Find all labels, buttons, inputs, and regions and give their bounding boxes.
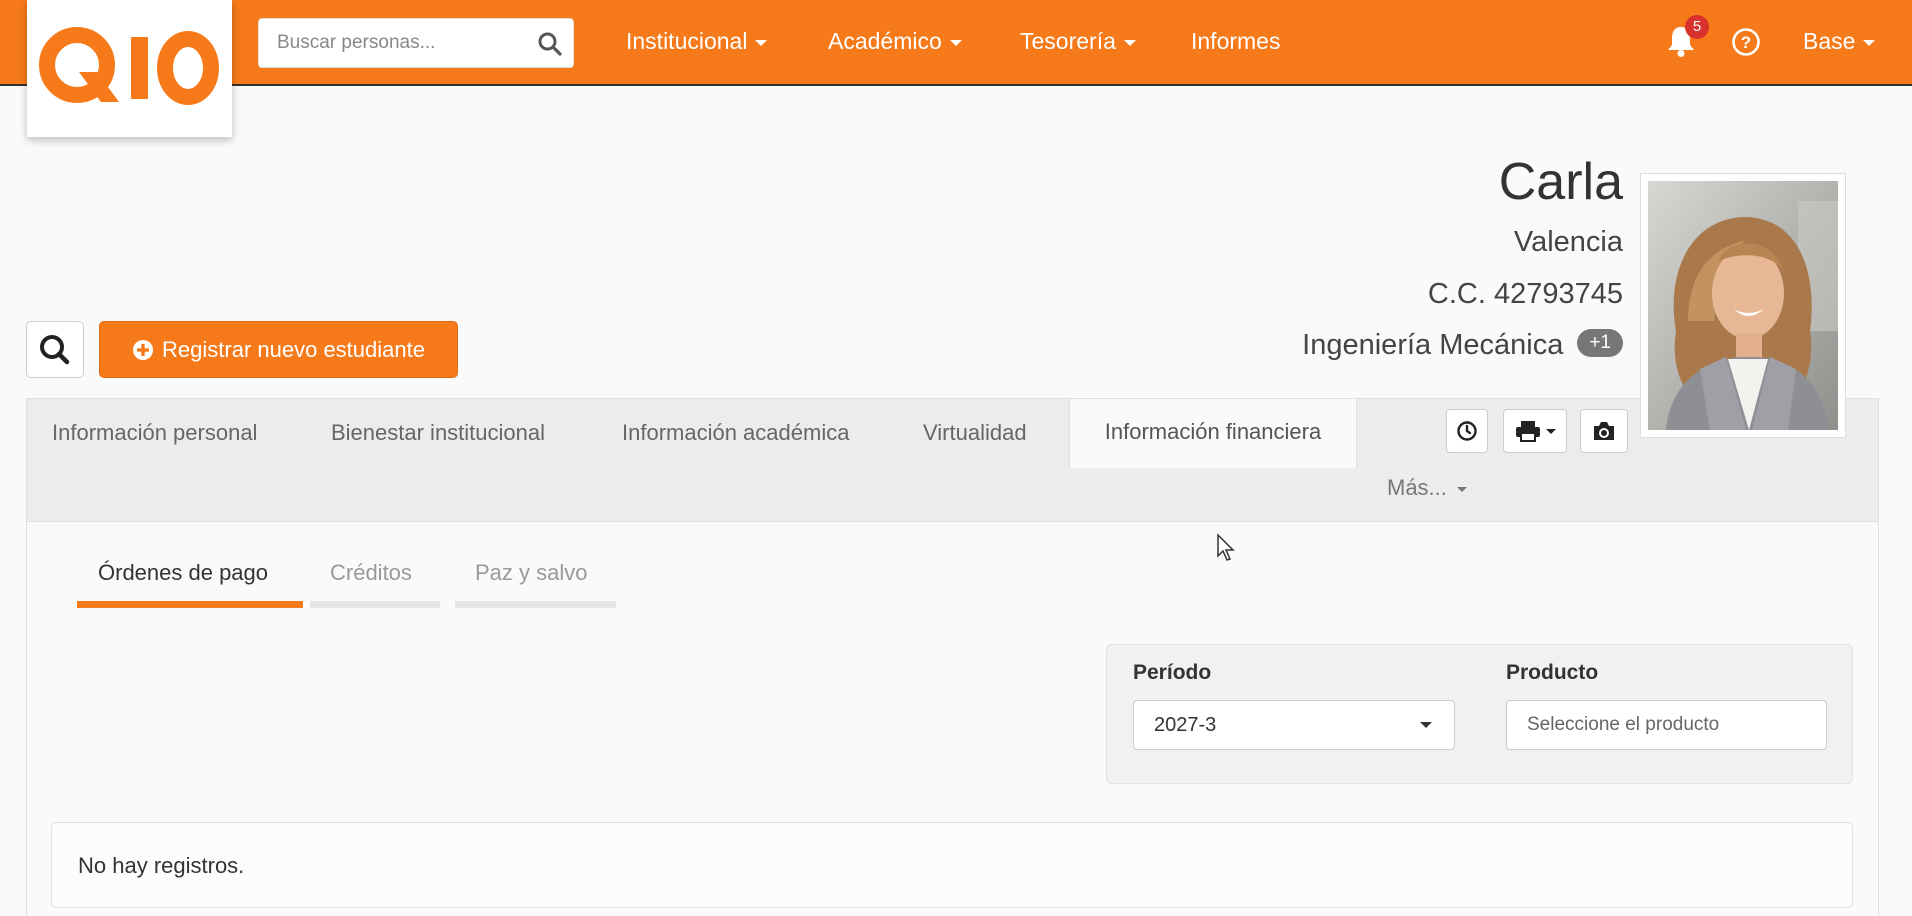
chevron-down-icon	[1123, 39, 1136, 46]
nav-institucional[interactable]: Institucional	[626, 28, 768, 55]
student-first-name: Carla	[1498, 153, 1623, 211]
person-search-input[interactable]	[259, 19, 547, 67]
producto-input[interactable]	[1506, 700, 1827, 750]
student-document: C.C. 42793745	[1427, 278, 1623, 310]
chevron-down-icon	[1863, 39, 1876, 46]
empty-records-message: No hay registros.	[78, 853, 245, 878]
nav-tesoreria[interactable]: Tesorería	[1020, 28, 1136, 55]
q10-logo-icon	[39, 27, 219, 105]
student-program-line: Ingeniería Mecánica +1	[1302, 329, 1623, 362]
nav-informes-label: Informes	[1191, 28, 1281, 54]
nav-institucional-label: Institucional	[626, 28, 748, 54]
nav-academico-label: Académico	[828, 28, 942, 54]
tab-informacion-personal[interactable]: Información personal	[52, 420, 257, 446]
subtab-underline	[455, 601, 616, 608]
subtab-creditos[interactable]: Créditos	[330, 560, 412, 586]
help-circle-icon[interactable]: ?	[1731, 27, 1761, 62]
chevron-down-icon	[1420, 722, 1432, 728]
clock-icon	[1457, 421, 1477, 441]
user-menu[interactable]: Base	[1803, 28, 1876, 55]
periodo-value: 2027-3	[1154, 714, 1217, 736]
nav-tesoreria-label: Tesorería	[1020, 28, 1116, 54]
notification-count-badge: 5	[1685, 15, 1709, 39]
tab-informacion-academica[interactable]: Información académica	[622, 420, 849, 446]
register-student-label: Registrar nuevo estudiante	[162, 336, 425, 362]
nav-academico[interactable]: Académico	[828, 28, 962, 55]
more-tabs-dropdown[interactable]: Más...	[1387, 475, 1467, 501]
advanced-search-button[interactable]	[26, 321, 84, 378]
chevron-down-icon	[1456, 486, 1467, 492]
plus-circle-icon	[133, 339, 154, 360]
print-icon	[1516, 421, 1540, 442]
register-student-button[interactable]: Registrar nuevo estudiante	[99, 321, 458, 378]
search-icon	[40, 335, 70, 365]
student-photo	[1640, 173, 1846, 438]
periodo-label: Período	[1133, 661, 1212, 684]
subtab-paz-y-salvo[interactable]: Paz y salvo	[475, 560, 588, 586]
student-last-name: Valencia	[1513, 226, 1623, 258]
tab-informacion-financiera[interactable]: Información financiera	[1069, 398, 1357, 468]
chevron-down-icon	[755, 39, 768, 46]
tab-virtualidad[interactable]: Virtualidad	[923, 420, 1027, 446]
brand-logo[interactable]	[27, 0, 232, 137]
records-panel	[51, 822, 1853, 908]
person-search-box	[258, 18, 574, 68]
camera-button[interactable]	[1580, 409, 1628, 453]
producto-label: Producto	[1506, 661, 1599, 684]
svg-text:?: ?	[1741, 33, 1751, 52]
chevron-down-icon	[1546, 428, 1556, 434]
top-navbar: Institucional Académico Tesorería Inform…	[0, 0, 1912, 86]
tab-bienestar-institucional[interactable]: Bienestar institucional	[331, 420, 545, 446]
history-button[interactable]	[1446, 409, 1488, 453]
more-tabs-label: Más...	[1387, 475, 1447, 500]
user-menu-label: Base	[1803, 28, 1856, 54]
student-program: Ingeniería Mecánica	[1302, 329, 1564, 361]
extra-programs-badge[interactable]: +1	[1577, 329, 1623, 358]
subtab-active-indicator	[77, 601, 303, 608]
print-dropdown-button[interactable]	[1503, 409, 1567, 453]
mouse-cursor-icon	[1217, 533, 1235, 561]
nav-informes[interactable]: Informes	[1191, 28, 1280, 55]
subtab-ordenes-de-pago[interactable]: Órdenes de pago	[98, 560, 268, 586]
chevron-down-icon	[949, 39, 962, 46]
subtab-underline	[310, 601, 440, 608]
search-icon[interactable]	[537, 31, 563, 62]
periodo-select[interactable]: 2027-3	[1133, 700, 1455, 750]
camera-icon	[1594, 422, 1614, 440]
student-photo-image	[1648, 181, 1838, 430]
